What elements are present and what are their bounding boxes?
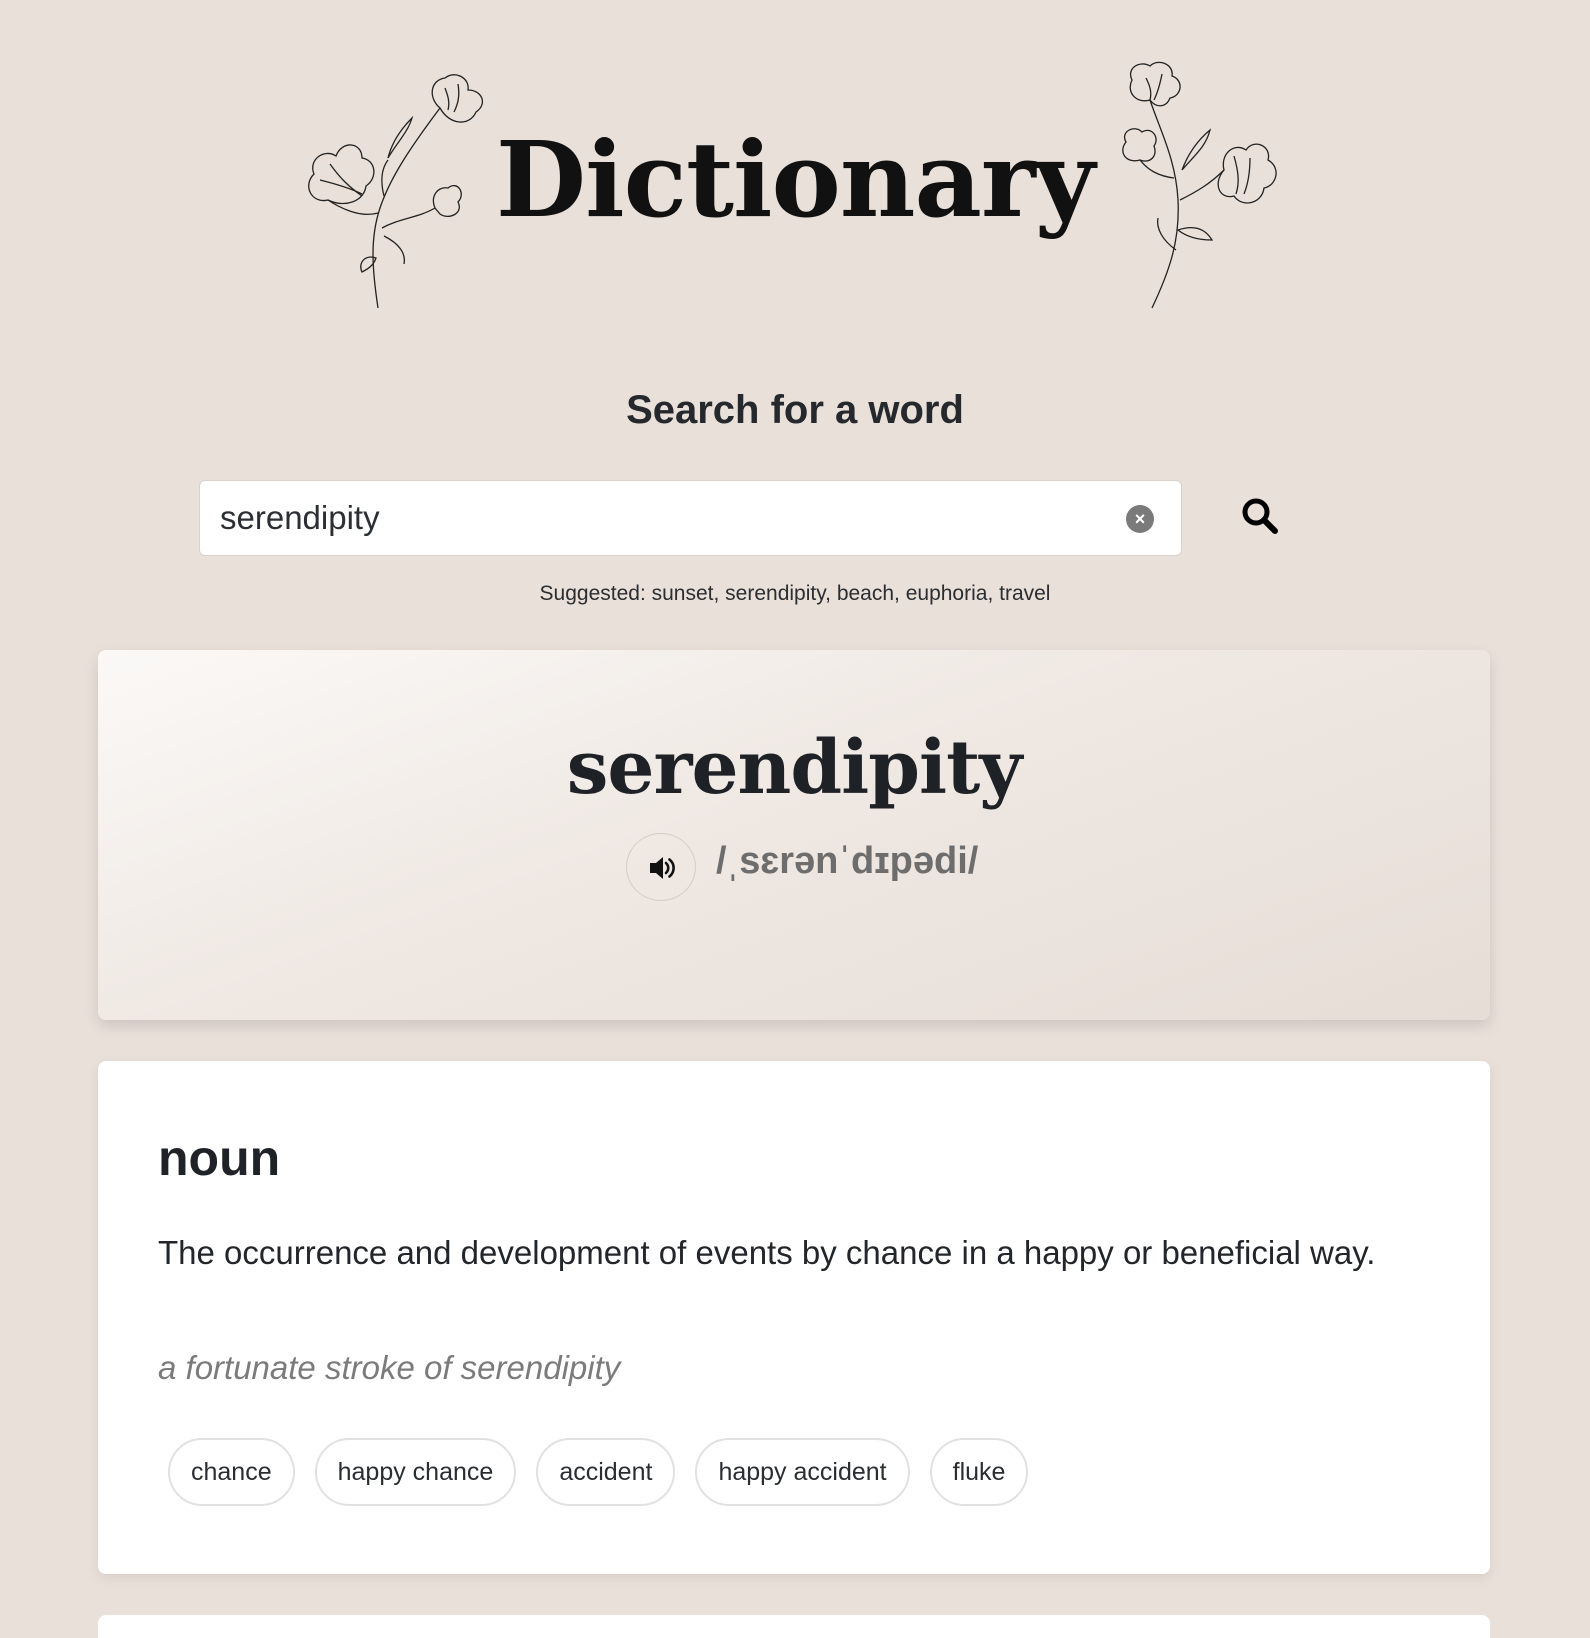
meaning-card: noun The occurrence and development of e… [98, 1061, 1490, 1574]
meaning-card-next [98, 1615, 1490, 1638]
search-box: × [199, 480, 1182, 556]
synonym-chip[interactable]: fluke [929, 1438, 1029, 1506]
synonym-chip[interactable]: chance [168, 1438, 295, 1506]
search-heading: Search for a word [626, 388, 964, 432]
synonym-chip[interactable]: happy chance [314, 1438, 517, 1506]
search-input[interactable] [220, 481, 1100, 555]
word-header-card: serendipity /ˌsɛrənˈdɪpədi/ [98, 650, 1490, 1020]
synonym-chip[interactable]: happy accident [695, 1438, 910, 1506]
example-text: a fortunate stroke of serendipity [158, 1349, 621, 1386]
synonym-chip[interactable]: accident [536, 1438, 676, 1506]
suggested-words: Suggested: sunset, serendipity, beach, e… [539, 582, 1051, 605]
definition-text: The occurrence and development of events… [158, 1234, 1376, 1271]
play-audio-button[interactable] [626, 833, 696, 901]
word-title: serendipity [566, 725, 1023, 811]
app-title: Dictionary [495, 118, 1095, 241]
close-circle-icon[interactable]: × [1126, 505, 1154, 533]
header: Dictionary [0, 0, 1590, 330]
synonym-list: chance happy chance accident happy accid… [168, 1438, 1029, 1506]
phonetic-text: /ˌsɛrənˈdɪpədi/ [716, 840, 979, 882]
flower-icon [1122, 61, 1277, 309]
search-icon[interactable] [1240, 496, 1280, 536]
part-of-speech: noun [158, 1130, 281, 1186]
speaker-icon [650, 857, 675, 879]
